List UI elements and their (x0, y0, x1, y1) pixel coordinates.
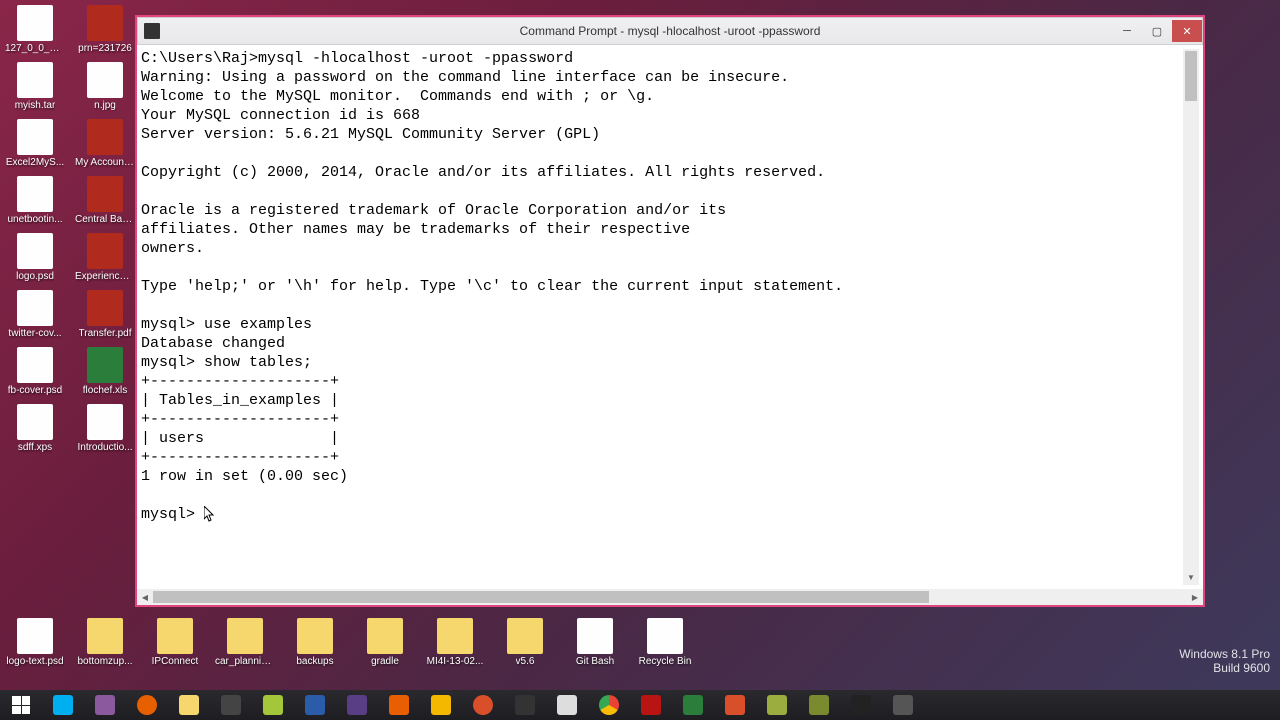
minimize-button[interactable]: ─ (1112, 20, 1142, 42)
taskbar-app[interactable] (546, 690, 588, 720)
taskbar-app[interactable] (672, 690, 714, 720)
taskbar-cmd[interactable] (840, 690, 882, 720)
desktop-icon[interactable]: Excel2MyS... (5, 119, 65, 168)
taskbar (0, 690, 1280, 720)
taskbar-app[interactable] (504, 690, 546, 720)
vertical-scrollbar[interactable]: ▼ (1183, 49, 1199, 585)
desktop-icon[interactable]: Central Ban Transfer.pdf (75, 176, 135, 225)
taskbar-app[interactable] (798, 690, 840, 720)
scroll-right-icon[interactable]: ▶ (1187, 593, 1203, 602)
desktop-icon[interactable]: IPConnect (145, 618, 205, 667)
scroll-down-icon[interactable]: ▼ (1183, 569, 1199, 585)
taskbar-app[interactable] (714, 690, 756, 720)
desktop-icon[interactable]: Git Bash (565, 618, 625, 667)
taskbar-app[interactable] (420, 690, 462, 720)
taskbar-firefox[interactable] (126, 690, 168, 720)
desktop-icon[interactable]: sdff.xps (5, 404, 65, 453)
taskbar-app[interactable] (84, 690, 126, 720)
terminal-output[interactable]: C:\Users\Raj>mysql -hlocalhost -uroot -p… (141, 49, 1183, 585)
desktop-icon[interactable]: Introductio... (75, 404, 135, 453)
title-bar[interactable]: Command Prompt - mysql -hlocalhost -uroo… (137, 17, 1203, 45)
desktop-icon[interactable]: myish.tar (5, 62, 65, 111)
desktop-icon[interactable]: flochef.xls (75, 347, 135, 396)
taskbar-chrome[interactable] (588, 690, 630, 720)
start-button[interactable] (0, 690, 42, 720)
desktop-icon[interactable]: twitter-cov... (5, 290, 65, 339)
cmd-icon (144, 23, 160, 39)
window-title: Command Prompt - mysql -hlocalhost -uroo… (520, 24, 821, 38)
desktop-icon[interactable]: bottomzup... (75, 618, 135, 667)
scrollbar-thumb[interactable] (153, 591, 929, 603)
desktop-icon[interactable]: MI4I-13-02... (425, 618, 485, 667)
mouse-cursor-icon (204, 506, 216, 522)
desktop-icons-left: 127_0_0_1 (1).sql myish.tar Excel2MyS...… (5, 5, 135, 453)
horizontal-scrollbar[interactable]: ◀ ▶ (137, 589, 1203, 605)
taskbar-android[interactable] (252, 690, 294, 720)
desktop-icon[interactable]: backups (285, 618, 345, 667)
desktop-icon[interactable]: logo.psd (5, 233, 65, 282)
desktop-icon[interactable]: Experience Letter - ... (75, 233, 135, 282)
scrollbar-thumb[interactable] (1185, 51, 1197, 101)
desktop-icon[interactable]: Transfer.pdf (75, 290, 135, 339)
desktop-icon[interactable]: n.jpg (75, 62, 135, 111)
desktop-icon[interactable]: gradle (355, 618, 415, 667)
desktop-icon[interactable]: car_plannin... (215, 618, 275, 667)
desktop-icon[interactable]: fb-cover.psd (5, 347, 65, 396)
taskbar-explorer[interactable] (168, 690, 210, 720)
taskbar-filezilla[interactable] (630, 690, 672, 720)
desktop-icon[interactable]: unetbootin... (5, 176, 65, 225)
taskbar-app[interactable] (336, 690, 378, 720)
desktop-icon[interactable]: 127_0_0_1 (1).sql (5, 5, 65, 54)
taskbar-vlc[interactable] (378, 690, 420, 720)
taskbar-app[interactable] (462, 690, 504, 720)
desktop-icon[interactable]: My Account _Order Hi... (75, 119, 135, 168)
desktop-icon[interactable]: prn=231726 (75, 5, 135, 54)
windows-watermark: Windows 8.1 Pro Build 9600 (1179, 647, 1270, 675)
close-button[interactable]: ✕ (1172, 20, 1202, 42)
scroll-left-icon[interactable]: ◀ (137, 593, 153, 602)
maximize-button[interactable]: ▢ (1142, 20, 1172, 42)
taskbar-app[interactable] (294, 690, 336, 720)
taskbar-app[interactable] (882, 690, 924, 720)
taskbar-skype[interactable] (42, 690, 84, 720)
desktop-icon[interactable]: Recycle Bin (635, 618, 695, 667)
terminal-window: Command Prompt - mysql -hlocalhost -uroo… (135, 15, 1205, 607)
taskbar-app[interactable] (210, 690, 252, 720)
taskbar-app[interactable] (756, 690, 798, 720)
desktop-icon[interactable]: logo-text.psd (5, 618, 65, 667)
windows-icon (12, 696, 30, 714)
desktop-icon[interactable]: v5.6 (495, 618, 555, 667)
desktop-icons-lower: logo-text.psd bottomzup... IPConnect car… (5, 618, 695, 667)
